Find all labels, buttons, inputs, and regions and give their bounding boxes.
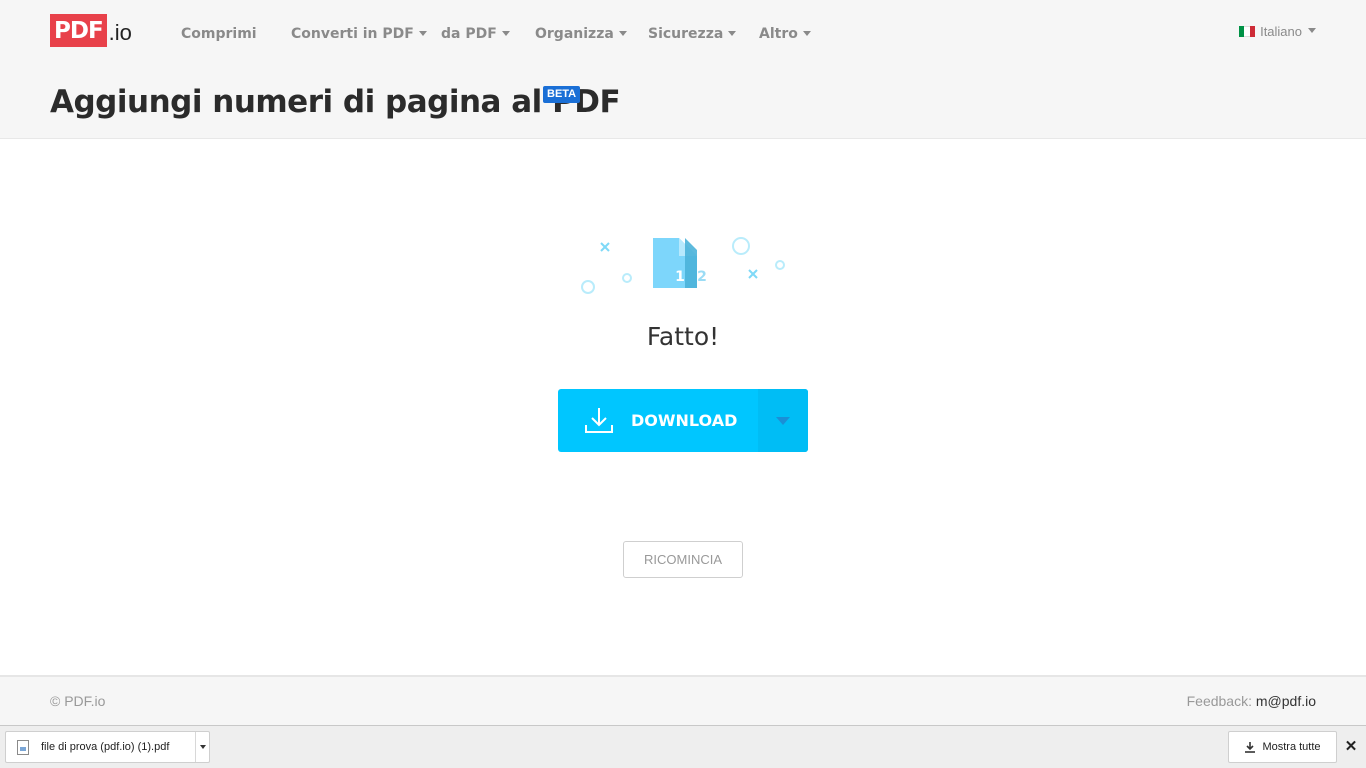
downloaded-file-item[interactable]: file di prova (pdf.io) (1).pdf	[5, 731, 210, 763]
status-message: Fatto!	[646, 322, 720, 351]
download-options-button[interactable]	[758, 389, 808, 452]
nav-item-da-pdf[interactable]: da PDF	[441, 24, 510, 44]
chevron-down-icon	[728, 30, 737, 36]
language-selector[interactable]: Italiano	[1239, 24, 1316, 39]
nav-item-label: Converti in PDF	[291, 26, 414, 42]
feedback: Feedback: m@pdf.io	[1187, 693, 1316, 709]
nav-item-altro[interactable]: Altro	[759, 24, 811, 44]
chevron-down-icon	[501, 30, 510, 36]
show-all-label: Mostra tutte	[1262, 741, 1321, 753]
page-number-two: 2	[697, 269, 707, 285]
copyright: © PDF.io	[50, 693, 106, 709]
restart-button[interactable]: RICOMINCIA	[623, 541, 743, 578]
chevron-down-icon	[618, 30, 627, 36]
page-title: Aggiungi numeri di pagina al PDF	[50, 84, 621, 120]
show-all-downloads-button[interactable]: Mostra tutte	[1228, 731, 1337, 763]
nav-item-label: Sicurezza	[648, 26, 724, 42]
chevron-down-icon	[418, 30, 427, 36]
chevron-down-icon	[776, 416, 790, 425]
chevron-down-icon	[199, 745, 206, 749]
download-icon	[1245, 742, 1256, 753]
page-number-one: 1	[675, 269, 685, 285]
pdf-file-icon	[17, 739, 29, 755]
site-logo[interactable]: PDF .io	[50, 14, 132, 47]
nav-item-label: Altro	[759, 26, 798, 42]
logo-mark: PDF	[50, 14, 107, 47]
download-label: DOWNLOAD	[631, 411, 738, 430]
nav-item-label: da PDF	[441, 26, 497, 42]
downloaded-file-name: file di prova (pdf.io) (1).pdf	[41, 741, 170, 753]
chevron-down-icon	[1308, 28, 1316, 33]
download-main[interactable]: DOWNLOAD	[558, 389, 758, 452]
site-header: PDF .io Comprimi Converti in PDF da PDF …	[0, 0, 1366, 139]
nav-item-organizza[interactable]: Organizza	[535, 24, 627, 44]
download-button[interactable]: DOWNLOAD	[558, 389, 808, 452]
feedback-label: Feedback:	[1186, 693, 1252, 709]
nav-item-label: Organizza	[535, 26, 614, 42]
nav-item-sicurezza[interactable]: Sicurezza	[648, 24, 737, 44]
nav-item-label: Comprimi	[181, 26, 257, 42]
language-label: Italiano	[1260, 24, 1302, 39]
italy-flag-icon	[1239, 26, 1256, 37]
nav-item-comprimi[interactable]: Comprimi	[181, 24, 257, 44]
download-shelf: file di prova (pdf.io) (1).pdf Mostra tu…	[0, 725, 1366, 768]
site-footer: © PDF.io Feedback: m@pdf.io	[0, 675, 1366, 725]
download-icon	[585, 407, 613, 433]
file-menu-button[interactable]	[195, 732, 209, 762]
logo-suffix: .io	[108, 20, 132, 45]
feedback-email-link[interactable]: m@pdf.io	[1256, 693, 1316, 709]
page-numbers-illustration: 1 2	[581, 237, 785, 294]
beta-badge: BETA	[543, 86, 581, 103]
nav-item-converti-in-pdf[interactable]: Converti in PDF	[291, 24, 427, 44]
close-icon[interactable]: ✕	[1344, 738, 1358, 756]
chevron-down-icon	[802, 30, 811, 36]
